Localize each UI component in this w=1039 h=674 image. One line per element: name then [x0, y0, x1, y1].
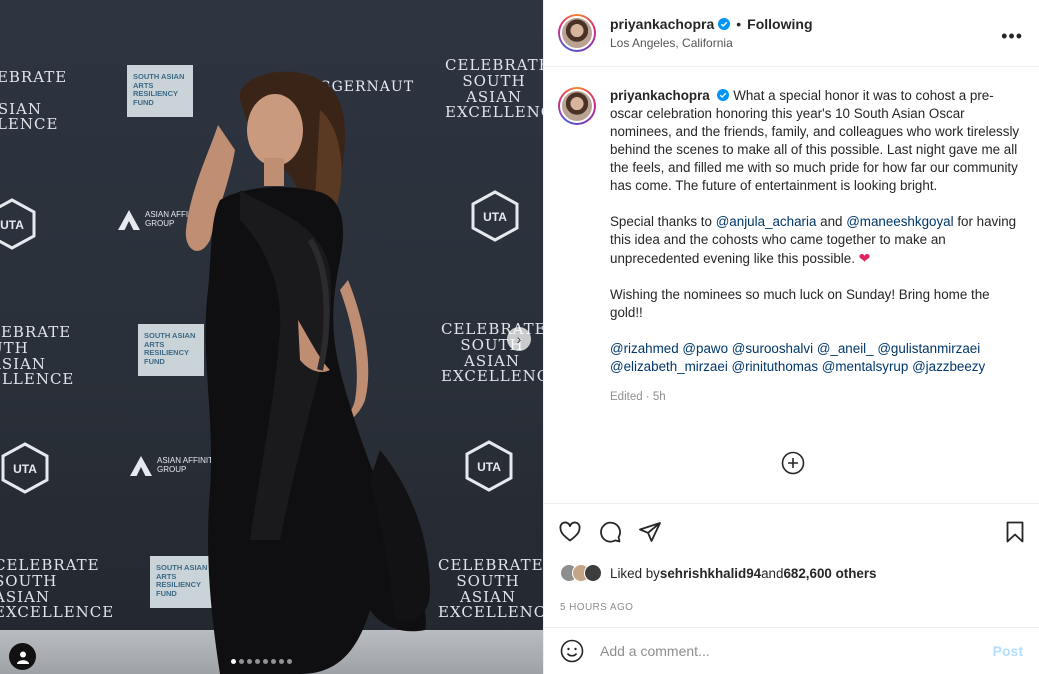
- separator-dot: •: [736, 16, 742, 32]
- caption-tags: @rizahmed @pawo @surooshalvi @_aneil_ @g…: [610, 340, 1025, 376]
- backdrop-logo: LEBRATEH ASIANLLENCE: [0, 69, 66, 133]
- backdrop-logo: CELEBRATESOUTH ASIANEXCELLENCE: [445, 56, 543, 122]
- liker-avatars[interactable]: [560, 564, 602, 582]
- carousel-dot: [247, 659, 252, 664]
- carousel-indicator: [231, 659, 292, 664]
- carousel-dot: [263, 659, 268, 664]
- caption-paragraph-3: Wishing the nominees so much luck on Sun…: [610, 287, 990, 320]
- heart-emoji: ❤: [858, 250, 871, 266]
- comments-area: priyankachopra What a special honor it w…: [544, 67, 1039, 503]
- post-comment-button[interactable]: Post: [993, 643, 1023, 659]
- post-location[interactable]: Los Angeles, California: [610, 36, 813, 50]
- user-icon: [16, 651, 29, 664]
- carousel-dot: [255, 659, 260, 664]
- backdrop-logo: UTA: [1, 442, 49, 494]
- action-bar: [544, 503, 1039, 559]
- post-media[interactable]: LEBRATEH ASIANLLENCE SOUTH ASIANARTSRESI…: [0, 0, 543, 674]
- load-more-comments-icon[interactable]: [781, 451, 805, 475]
- svg-text:UTA: UTA: [0, 218, 24, 232]
- caption-text: and: [816, 214, 847, 229]
- carousel-next-button[interactable]: ›: [507, 327, 531, 351]
- author-username[interactable]: priyankachopra: [610, 16, 714, 32]
- caption-paragraph-2: Special thanks to @anjula_acharia and @m…: [610, 213, 1025, 268]
- author-avatar[interactable]: [558, 14, 596, 52]
- likes-count[interactable]: 682,600 others: [783, 566, 876, 581]
- backdrop-logo: UTA: [0, 198, 36, 250]
- carousel-dot: [231, 659, 236, 664]
- carousel-dot: [239, 659, 244, 664]
- post-timestamp[interactable]: 5 HOURS AGO: [544, 587, 1039, 627]
- backdrop-logo: LEBRATEUTH ASIANELLENCE: [0, 323, 75, 389]
- caption-author-avatar[interactable]: [558, 87, 596, 125]
- mention-link[interactable]: @rinituthomas: [732, 359, 819, 374]
- save-bookmark-icon[interactable]: [1003, 520, 1027, 544]
- mention-link[interactable]: @pawo: [682, 341, 728, 356]
- liker-username[interactable]: sehrishkhalid94: [660, 566, 761, 581]
- backdrop-logo: UTA: [471, 190, 519, 242]
- mention-link[interactable]: @jazzbeezy: [912, 359, 985, 374]
- likes-prefix: Liked by: [610, 565, 660, 581]
- verified-badge-icon: [718, 18, 731, 30]
- mention-link[interactable]: @mentalsyrup: [822, 359, 909, 374]
- emoji-icon[interactable]: [560, 639, 584, 663]
- verified-badge-icon: [717, 89, 730, 101]
- carousel-dot: [287, 659, 292, 664]
- caption-meta: Edited · 5h: [610, 391, 666, 403]
- backdrop-celebrate-text: LEBRATEH ASIANLLENCE: [0, 68, 68, 134]
- backdrop-logo: CELEBRATESOUTH ASIANEXCELLENCE: [0, 556, 115, 622]
- caption-paragraph-1: What a special honor it was to cohost a …: [610, 88, 1020, 193]
- mention-link[interactable]: @surooshalvi: [732, 341, 813, 356]
- backdrop-logo: UTA: [465, 440, 513, 492]
- mention-link[interactable]: @anjula_acharia: [716, 214, 817, 229]
- carousel-dot: [279, 659, 284, 664]
- liker-avatar: [584, 564, 602, 582]
- person-figure: [185, 71, 430, 674]
- caption-text: Special thanks to: [610, 214, 716, 229]
- svg-text:UTA: UTA: [483, 210, 507, 224]
- comment-icon[interactable]: [598, 520, 622, 544]
- like-heart-icon[interactable]: [558, 520, 582, 544]
- svg-text:UTA: UTA: [13, 462, 37, 476]
- caption: priyankachopra What a special honor it w…: [558, 87, 1025, 406]
- mention-link[interactable]: @_aneil_: [817, 341, 874, 356]
- likes-summary: Liked by sehrishkhalid94 and 682,600 oth…: [544, 559, 1039, 587]
- caption-username[interactable]: priyankachopra: [610, 88, 710, 103]
- post-side-panel: priyankachopra • Following Los Angeles, …: [543, 0, 1039, 674]
- comment-box: Post: [544, 627, 1039, 674]
- mention-link[interactable]: @rizahmed: [610, 341, 679, 356]
- svg-text:UTA: UTA: [477, 460, 501, 474]
- tagged-users-button[interactable]: [9, 643, 36, 670]
- more-options-icon[interactable]: •••: [1001, 26, 1023, 47]
- backdrop-logo: CELEBRATESOUTH ASIANEXCELLENCE: [438, 556, 543, 622]
- following-button[interactable]: Following: [747, 16, 812, 32]
- share-icon[interactable]: [638, 520, 662, 544]
- instagram-post: LEBRATEH ASIANLLENCE SOUTH ASIANARTSRESI…: [0, 0, 1039, 674]
- post-header: priyankachopra • Following Los Angeles, …: [544, 0, 1039, 67]
- add-comment-input[interactable]: [600, 643, 993, 659]
- mention-link[interactable]: @maneeshkgoyal: [846, 214, 953, 229]
- carousel-dot: [271, 659, 276, 664]
- likes-middle: and: [761, 565, 784, 581]
- mention-link[interactable]: @gulistanmirzaei: [877, 341, 980, 356]
- mention-link[interactable]: @elizabeth_mirzaei: [610, 359, 728, 374]
